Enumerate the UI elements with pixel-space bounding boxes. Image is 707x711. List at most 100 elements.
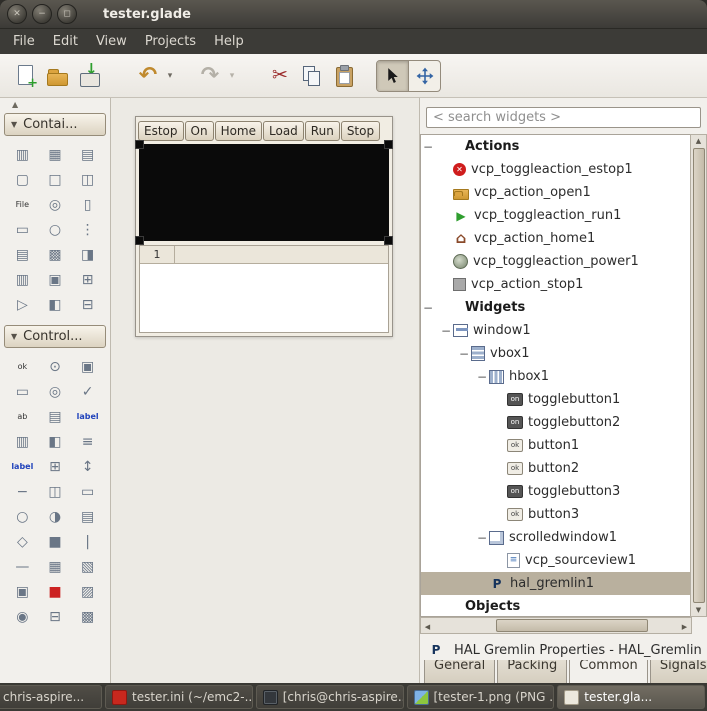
new-button[interactable]: +: [10, 60, 42, 92]
selection-handle[interactable]: [385, 141, 392, 148]
palette-widget-icon[interactable]: ⊞: [77, 271, 99, 288]
tree-row[interactable]: − vbox1: [421, 342, 690, 365]
design-toolbar-button[interactable]: Stop: [341, 121, 380, 141]
cut-button[interactable]: ✂: [264, 60, 296, 92]
copy-button[interactable]: [296, 60, 328, 92]
palette-widget-icon[interactable]: ⊞: [44, 458, 66, 475]
undo-button[interactable]: ↶: [132, 60, 164, 92]
menu-item[interactable]: Edit: [44, 31, 87, 52]
palette-widget-icon[interactable]: |: [77, 533, 99, 550]
undo-menu-button[interactable]: [164, 60, 176, 92]
taskbar-window-button[interactable]: tester.gla...: [557, 685, 705, 709]
taskbar-window-button[interactable]: [chris@chris-aspire...: [256, 685, 404, 709]
palette-widget-icon[interactable]: ▣: [11, 583, 33, 600]
tree-row[interactable]: togglebutton1: [421, 388, 690, 411]
tree-row[interactable]: − scrolledwindow1: [421, 526, 690, 549]
palette-widget-icon[interactable]: ◇: [11, 533, 33, 550]
palette-widget-icon[interactable]: ■: [44, 533, 66, 550]
save-button[interactable]: ↓: [74, 60, 106, 92]
palette-widget-icon[interactable]: ◎: [44, 196, 66, 213]
tree-row[interactable]: − Actions: [421, 135, 690, 158]
selection-handle[interactable]: [385, 237, 392, 244]
taskbar-window-button[interactable]: tester.ini (~/emc2-...: [105, 685, 253, 709]
palette-widget-icon[interactable]: ▤: [44, 408, 66, 425]
tree-row[interactable]: Objects: [421, 595, 690, 617]
taskbar-window-button[interactable]: chris-aspire...: [0, 685, 102, 709]
design-toolbar-button[interactable]: Home: [215, 121, 262, 141]
palette-widget-icon[interactable]: ■: [44, 583, 66, 600]
scroll-right-icon[interactable]: [678, 618, 691, 633]
palette-widget-icon[interactable]: ▤: [77, 146, 99, 163]
redo-menu-button[interactable]: [226, 60, 238, 92]
expander-icon[interactable]: −: [457, 347, 471, 361]
palette-widget-icon[interactable]: ▤: [11, 246, 33, 263]
horizontal-scroll-thumb[interactable]: [496, 619, 648, 632]
palette-widget-icon[interactable]: ◫: [77, 171, 99, 188]
menu-item[interactable]: File: [4, 31, 44, 52]
palette-widget-icon[interactable]: ◧: [44, 433, 66, 450]
palette-section-containers[interactable]: Contai...: [4, 113, 106, 136]
palette-widget-icon[interactable]: File: [11, 196, 33, 213]
tree-row[interactable]: togglebutton2: [421, 411, 690, 434]
tree-row[interactable]: vcp_action_open1: [421, 181, 690, 204]
sourceview-preview[interactable]: [139, 144, 389, 241]
palette-widget-icon[interactable]: ▧: [77, 558, 99, 575]
palette-widget-icon[interactable]: ▥: [11, 146, 33, 163]
tree-horizontal-scrollbar[interactable]: [420, 617, 692, 634]
tree-row[interactable]: vcp_action_home1: [421, 227, 690, 250]
close-button[interactable]: ✕: [7, 4, 27, 24]
paste-button[interactable]: [328, 60, 360, 92]
scroll-up-icon[interactable]: [696, 135, 701, 147]
palette-widget-icon[interactable]: ◉: [11, 608, 33, 625]
palette-widget-icon[interactable]: —: [11, 558, 33, 575]
palette-widget-icon[interactable]: ○: [44, 221, 66, 238]
palette-widget-icon[interactable]: ▷: [11, 296, 33, 313]
hal-gremlin-preview[interactable]: 1: [139, 245, 389, 333]
tree-row[interactable]: − hbox1: [421, 365, 690, 388]
tree-row[interactable]: button1: [421, 434, 690, 457]
palette-scroll-up-icon[interactable]: [0, 98, 110, 111]
horizontal-scroll-trough[interactable]: [434, 618, 678, 633]
palette-widget-icon[interactable]: ▭: [11, 221, 33, 238]
palette-widget-icon[interactable]: ▯: [77, 196, 99, 213]
design-canvas[interactable]: Estop On Home Load Run Stop: [111, 98, 419, 683]
palette-widget-icon[interactable]: ⊟: [44, 608, 66, 625]
palette-widget-icon[interactable]: label: [11, 458, 33, 475]
selection-handle[interactable]: [136, 141, 143, 148]
properties-tab[interactable]: Packing: [497, 660, 567, 683]
tree-row[interactable]: hal_gremlin1: [421, 572, 690, 595]
open-button[interactable]: [42, 60, 74, 92]
palette-widget-icon[interactable]: ↕: [77, 458, 99, 475]
palette-widget-icon[interactable]: ◨: [77, 246, 99, 263]
palette-widget-icon[interactable]: −: [11, 483, 33, 500]
palette-widget-icon[interactable]: ▭: [11, 383, 33, 400]
tree-row[interactable]: button3: [421, 503, 690, 526]
drag-resize-tool-button[interactable]: [409, 61, 440, 91]
titlebar[interactable]: ✕ − ◻ tester.glade: [0, 0, 707, 29]
design-toolbar-button[interactable]: Run: [305, 121, 340, 141]
tree-row[interactable]: − Widgets: [421, 296, 690, 319]
expander-icon[interactable]: −: [439, 324, 453, 338]
design-window-preview[interactable]: Estop On Home Load Run Stop: [135, 116, 393, 337]
expander-icon[interactable]: −: [421, 140, 435, 154]
search-widgets-input[interactable]: [426, 107, 701, 128]
palette-widget-icon[interactable]: ▨: [77, 583, 99, 600]
palette-widget-icon[interactable]: ◧: [44, 296, 66, 313]
palette-widget-icon[interactable]: ▣: [77, 358, 99, 375]
menu-item[interactable]: Help: [205, 31, 253, 52]
vertical-scroll-thumb[interactable]: [693, 148, 705, 603]
palette-widget-icon[interactable]: ▣: [44, 271, 66, 288]
palette-widget-icon[interactable]: ⊙: [44, 358, 66, 375]
palette-widget-icon[interactable]: ▩: [77, 608, 99, 625]
design-toolbar-button[interactable]: Load: [263, 121, 304, 141]
palette-widget-icon[interactable]: ◑: [44, 508, 66, 525]
tree-row[interactable]: vcp_sourceview1: [421, 549, 690, 572]
taskbar-window-button[interactable]: [tester-1.png (PNG ...: [407, 685, 555, 709]
redo-button[interactable]: ↷: [194, 60, 226, 92]
palette-widget-icon[interactable]: label: [77, 408, 99, 425]
scroll-down-icon[interactable]: [696, 604, 701, 616]
palette-widget-icon[interactable]: ab: [11, 408, 33, 425]
palette-widget-icon[interactable]: ▥: [11, 433, 33, 450]
tree-row[interactable]: vcp_toggleaction_run1: [421, 204, 690, 227]
expander-icon[interactable]: −: [475, 531, 489, 545]
